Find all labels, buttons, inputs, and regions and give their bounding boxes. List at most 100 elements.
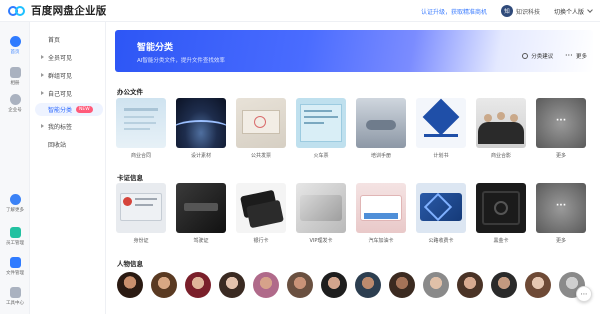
rail-item-more-info[interactable]: 了解更多 <box>0 194 30 213</box>
person-avatar[interactable] <box>117 272 143 298</box>
person-avatar[interactable] <box>355 272 381 298</box>
person-avatar[interactable] <box>253 272 279 298</box>
card-label: 计划书 <box>433 153 449 159</box>
nav-item-label: 自己可见 <box>48 91 73 98</box>
more-info-icon <box>9 194 21 205</box>
nav-item-label: 全员可见 <box>48 55 73 62</box>
license-thumbnail <box>176 183 226 233</box>
ticket-thumbnail <box>296 98 346 148</box>
card-label: 驾驶证 <box>193 238 209 244</box>
rail-item-album[interactable]: 相册 <box>0 67 30 86</box>
more-thumbnail: ··· <box>536 98 586 148</box>
category-card[interactable]: 公共发票 <box>236 98 286 159</box>
rail-item-staff[interactable]: 员工管理 <box>0 227 30 246</box>
cloud-logo-icon <box>8 4 26 17</box>
category-card[interactable]: 培训手册 <box>356 98 406 159</box>
smart-category-banner: 智能分类 AI智能分类文件，提升文件查找效率 分类建议 ··· 更多 <box>115 30 593 72</box>
design-thumbnail <box>176 98 226 148</box>
section-title-office: 办公文件 <box>117 88 143 96</box>
nav-item-my-tags[interactable]: 我的标签 <box>35 120 103 133</box>
upgrade-link[interactable]: 认证升级，获取精准商机 <box>421 7 487 16</box>
category-card[interactable]: 身份证 <box>116 183 166 244</box>
nav-item-home[interactable]: 首页 <box>35 33 103 46</box>
person-avatar[interactable] <box>151 272 177 298</box>
card-label: 身份证 <box>133 238 149 244</box>
caret-right-icon <box>41 73 44 77</box>
album-icon <box>9 67 21 78</box>
card-label: 培训手册 <box>370 153 391 159</box>
category-card-more[interactable]: ··· 更多 <box>536 183 586 244</box>
rail-label: 员工管理 <box>6 241 24 246</box>
caret-right-icon <box>41 55 44 59</box>
id-card-thumbnail <box>116 183 166 233</box>
rail-item-file-manage[interactable]: 文件管理 <box>0 257 30 276</box>
category-card-more[interactable]: ··· 更多 <box>536 98 586 159</box>
switch-personal-button[interactable]: 切换个人版 <box>553 7 593 16</box>
black-gold-card-thumbnail <box>476 183 526 233</box>
card-label: 商业合同 <box>130 153 151 159</box>
rail-label: 企业号 <box>8 108 22 113</box>
app-logo[interactable]: 百度网盘企业版 <box>8 3 107 18</box>
banner-more-button[interactable]: 更多 <box>576 52 587 60</box>
home-icon <box>9 36 21 47</box>
enterprise-icon <box>9 94 21 105</box>
category-card[interactable]: 商业合影 <box>476 98 526 159</box>
person-avatar[interactable] <box>457 272 483 298</box>
person-avatar[interactable] <box>491 272 517 298</box>
banner-subtitle: AI智能分类文件，提升文件查找效率 <box>137 58 225 64</box>
nav-item-smart-category[interactable]: 智能分类 NEW <box>35 103 103 116</box>
nav-item-group-visible[interactable]: 群组可见 <box>35 69 103 82</box>
person-avatar[interactable] <box>525 272 551 298</box>
person-avatar[interactable] <box>287 272 313 298</box>
nav-item-self-visible[interactable]: 自己可见 <box>35 87 103 100</box>
group-photo-thumbnail <box>476 98 526 148</box>
person-avatar[interactable] <box>219 272 245 298</box>
nav-item-label: 我的标签 <box>48 124 73 131</box>
nav-item-label: 回收站 <box>48 142 67 149</box>
vip-card-thumbnail <box>296 183 346 233</box>
rail-item-tools[interactable]: 工具中心 <box>0 287 30 306</box>
category-card[interactable]: 汽车加油卡 <box>356 183 406 244</box>
person-avatar[interactable] <box>389 272 415 298</box>
rail-label: 相册 <box>10 81 20 86</box>
person-avatar[interactable] <box>185 272 211 298</box>
help-button[interactable]: ⋯ <box>576 286 592 302</box>
category-card[interactable]: VIP理发卡 <box>296 183 346 244</box>
card-label: 更多 <box>555 153 566 159</box>
file-manage-icon <box>9 257 21 268</box>
rail-label: 文件管理 <box>6 271 24 276</box>
plan-thumbnail <box>416 98 466 148</box>
card-label: 黑金卡 <box>493 238 509 244</box>
nav-item-recycle-bin[interactable]: 回收站 <box>35 138 103 151</box>
nav-item-all-visible[interactable]: 全员可见 <box>35 51 103 64</box>
person-avatar[interactable] <box>321 272 347 298</box>
card-label: VIP理发卡 <box>309 238 333 244</box>
card-label: 火车票 <box>313 153 329 159</box>
rail-item-enterprise[interactable]: 企业号 <box>0 94 30 113</box>
category-suggest-button[interactable]: 分类建议 <box>531 52 553 60</box>
bank-card-thumbnail <box>236 183 286 233</box>
category-card[interactable]: 计划书 <box>416 98 466 159</box>
card-label: 设计素材 <box>190 153 211 159</box>
category-card[interactable]: 驾驶证 <box>176 183 226 244</box>
left-rail: 首页 相册 企业号 了解更多 员工管理 文件管理 工具中心 <box>0 22 30 314</box>
switch-personal-label: 切换个人版 <box>553 8 584 16</box>
category-card[interactable]: 设计素材 <box>176 98 226 159</box>
person-avatar[interactable] <box>423 272 449 298</box>
top-bar: 百度网盘企业版 认证升级，获取精准商机 知 知识科技 切换个人版 <box>0 0 600 22</box>
card-label: 商业合影 <box>490 153 511 159</box>
category-card[interactable]: 银行卡 <box>236 183 286 244</box>
user-name[interactable]: 知识科技 <box>516 7 540 16</box>
banner-title: 智能分类 <box>137 43 174 53</box>
category-card[interactable]: 火车票 <box>296 98 346 159</box>
avatar[interactable]: 知 <box>500 5 513 17</box>
invoice-thumbnail <box>236 98 286 148</box>
rail-item-home[interactable]: 首页 <box>0 36 30 55</box>
card-label: 银行卡 <box>253 238 269 244</box>
caret-right-icon <box>41 91 44 95</box>
category-card[interactable]: 商业合同 <box>116 98 166 159</box>
more-dots-icon: ··· <box>555 201 567 211</box>
category-card[interactable]: 公路收费卡 <box>416 183 466 244</box>
fuel-card-thumbnail <box>356 183 406 233</box>
category-card[interactable]: 黑金卡 <box>476 183 526 244</box>
